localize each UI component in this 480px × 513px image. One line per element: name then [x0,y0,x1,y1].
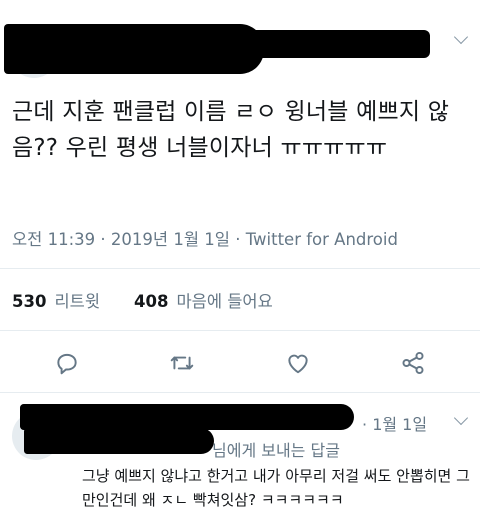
redacted-username [10,30,430,58]
retweets-label: 리트윗 [54,292,100,311]
separator-dot: · [235,230,241,249]
likes-count: 408 [134,292,169,311]
divider [0,330,480,331]
share-icon [402,351,424,375]
retweet-icon [170,356,194,370]
tweet-date: 2019년 1월 1일 [110,230,230,249]
reply-text: 그냥 예쁘지 않냐고 한거고 내가 아무리 저걸 써도 안뽑히면 그만인건데 왜… [82,467,470,509]
reply-icon [57,353,77,375]
tweet-source[interactable]: Twitter for Android [246,230,398,249]
reply-date[interactable]: · 1월 1일 [362,411,427,435]
like-icon [288,354,308,374]
retweet-button[interactable] [169,350,195,376]
tweet-meta: 오전 11:39 · 2019년 1월 1일 · Twitter for And… [12,226,398,250]
separator-dot: · [362,415,368,434]
reply-date-text: 1월 1일 [372,415,428,434]
chevron-down-icon[interactable] [453,410,469,426]
tweet-stats: 530 리트윗 408 마음에 들어요 [12,288,273,312]
retweets-count: 530 [12,292,47,311]
redacted-reply-username [20,404,354,430]
like-button[interactable] [285,350,311,376]
share-button[interactable] [400,350,426,376]
divider [0,268,480,269]
tweet-time: 오전 11:39 [12,230,96,249]
redacted-reply-handle [24,428,214,454]
likes-stat[interactable]: 408 마음에 들어요 [134,292,273,311]
divider [0,392,480,393]
tweet-text: 근데 지훈 팬클럽 이름 ㄹㅇ 윙너블 예쁘지 않음?? 우린 평생 너블이자너… [12,99,450,161]
reply-button[interactable] [54,350,80,376]
likes-label: 마음에 들어요 [176,292,273,311]
replying-to: 님에게 보내는 답글 [212,441,340,460]
separator-dot: · [100,230,106,249]
chevron-down-icon[interactable] [453,29,469,45]
retweets-stat[interactable]: 530 리트윗 [12,292,100,311]
